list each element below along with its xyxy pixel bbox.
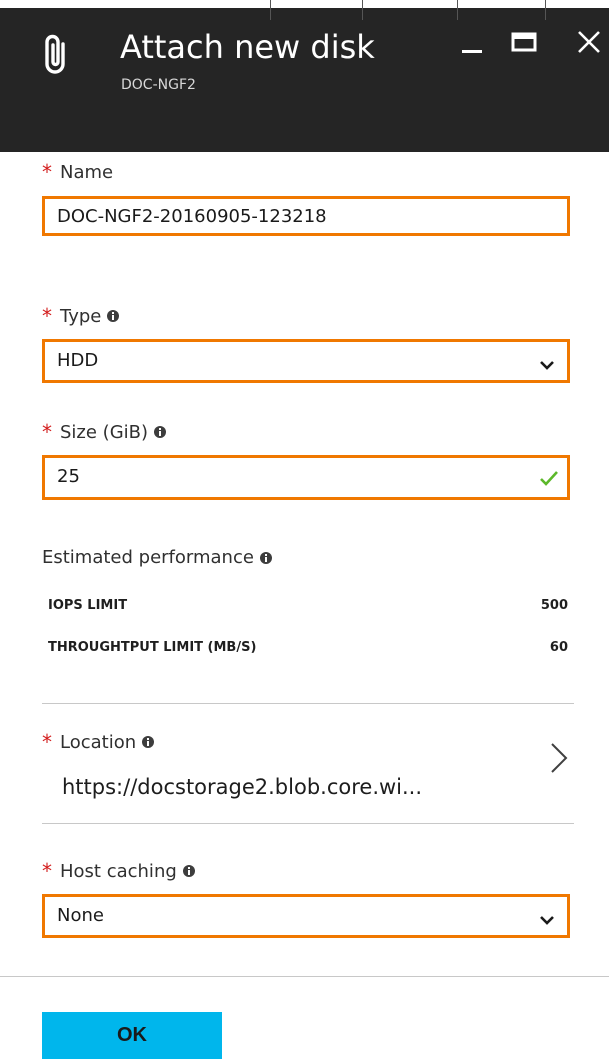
size-label-text: Size (GiB) [60,421,149,443]
maximize-icon [511,32,537,52]
close-icon [578,31,600,53]
info-icon[interactable] [259,551,272,564]
type-dropdown[interactable]: HDD [42,339,570,383]
info-icon[interactable] [182,865,195,877]
footer-divider [0,976,609,977]
performance-row-label: THROUGHTPUT LIMIT (MB/S) [48,640,257,655]
host-caching-label: * Host caching [42,859,195,883]
ok-button[interactable]: OK [42,1012,222,1059]
maximize-button[interactable] [506,26,546,66]
paperclip-icon [36,30,76,80]
checkmark-icon [539,469,559,491]
required-marker: * [42,420,52,444]
tab-separator [457,0,458,20]
blade-title: Attach new disk [120,28,375,66]
required-marker: * [42,730,52,754]
size-input-value: 25 [57,466,80,487]
performance-row-value: 500 [540,598,568,613]
size-input[interactable]: 25 [42,455,570,500]
tab-separator [545,0,546,20]
tab-separator [270,0,271,20]
name-label: * Name [42,160,113,184]
name-input-value: DOC-NGF2-20160905-123218 [57,206,327,227]
performance-row-label: IOPS LIMIT [48,598,128,613]
name-label-text: Name [60,161,114,183]
name-input[interactable]: DOC-NGF2-20160905-123218 [42,196,570,236]
performance-label-text: Estimated performance [42,547,254,568]
performance-label: Estimated performance [42,547,272,568]
chevron-down-icon [539,911,555,930]
chevron-right-icon[interactable] [548,738,572,778]
location-value[interactable]: https://docstorage2.blob.core.wi... [62,775,422,799]
minimize-icon [462,50,482,53]
host-caching-dropdown[interactable]: None [42,894,570,938]
info-icon[interactable] [107,310,120,322]
host-caching-label-text: Host caching [60,860,177,882]
size-label: * Size (GiB) [42,420,167,444]
blade-subtitle: DOC-NGF2 [121,77,196,93]
tab-separator [362,0,363,20]
type-label: * Type [42,304,120,328]
header-top-line [0,0,609,8]
type-label-text: Type [60,305,102,327]
info-icon[interactable] [154,426,167,438]
divider [42,823,574,824]
performance-row: THROUGHTPUT LIMIT (MB/S) 60 [48,640,570,655]
type-dropdown-value: HDD [57,350,99,371]
chevron-down-icon [539,356,555,375]
location-label: * Location [42,730,155,754]
location-label-text: Location [60,731,137,753]
minimize-button[interactable] [454,26,494,66]
required-marker: * [42,859,52,883]
blade-header: Attach new disk DOC-NGF2 [0,0,609,152]
required-marker: * [42,160,52,184]
performance-row-value: 60 [549,640,568,655]
host-caching-dropdown-value: None [57,905,104,926]
close-button[interactable] [572,26,609,66]
info-icon[interactable] [142,736,155,748]
performance-row: IOPS LIMIT 500 [48,598,570,613]
required-marker: * [42,304,52,328]
divider [42,703,574,704]
